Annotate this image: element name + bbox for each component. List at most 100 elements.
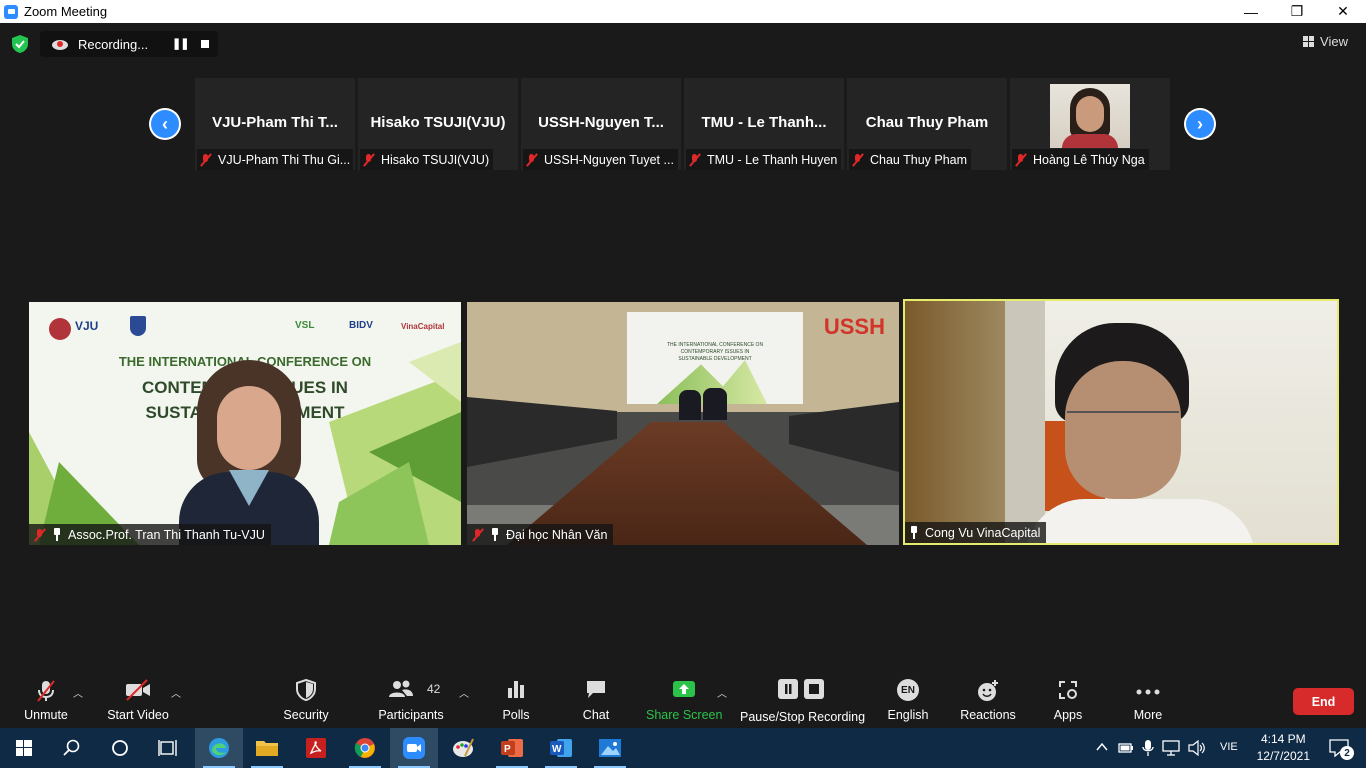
backdrop-line: THE INTERNATIONAL CONFERENCE ON (666, 342, 764, 348)
stop-recording-icon[interactable] (201, 40, 209, 48)
pause-stop-icon (778, 679, 824, 699)
participants-options-caret-icon[interactable]: ︿ (459, 685, 469, 700)
participant-thumbnail[interactable]: USSH-Nguyen T... USSH-Nguyen Tuyet ... (521, 78, 681, 170)
minimize-button[interactable]: — (1228, 0, 1274, 23)
clock-time: 4:14 PM (1260, 732, 1306, 746)
taskbar-file-explorer[interactable] (243, 728, 291, 768)
task-view-button[interactable] (144, 728, 192, 768)
window-titlebar: Zoom Meeting — ❐ ✕ (0, 0, 1366, 23)
participants-button[interactable]: 42 Participants (378, 671, 444, 728)
input-language-indicator[interactable]: VIE (1220, 741, 1238, 753)
windows-taskbar: P W VIE 4:14 PM 12/7/2021 2 (0, 728, 1366, 768)
end-meeting-button[interactable]: End (1293, 688, 1354, 715)
participant-caption: USSH-Nguyen Tuyet ... (523, 149, 678, 170)
participant-name: USSH-Nguyen Tuyet ... (544, 152, 674, 167)
svg-text:W: W (552, 744, 562, 755)
pause-recording-icon[interactable]: ❚❚ (172, 37, 189, 50)
recording-indicator: Recording... ❚❚ (40, 31, 218, 57)
taskbar-acrobat[interactable] (292, 728, 340, 768)
participant-thumbnail[interactable]: Hoàng Lê Thúy Nga (1010, 78, 1170, 170)
language-badge-icon: EN (897, 679, 919, 701)
microphone-icon[interactable] (1142, 739, 1154, 757)
meeting-area: Recording... ❚❚ View ‹ VJU-Pham Thi T...… (0, 23, 1366, 728)
security-button[interactable]: Security (279, 671, 333, 728)
cortana-button[interactable] (96, 728, 144, 768)
chevron-left-icon: ‹ (151, 110, 179, 138)
video-tile[interactable]: THE INTERNATIONAL CONFERENCE ON CONTEMPO… (467, 302, 899, 545)
tray-overflow-chevron-icon[interactable] (1096, 742, 1108, 752)
participant-thumbnail[interactable]: Chau Thuy Pham Chau Thuy Pham (847, 78, 1007, 170)
more-button[interactable]: More (1126, 671, 1170, 728)
taskbar-photos[interactable] (586, 728, 634, 768)
taskbar-edge[interactable] (195, 728, 243, 768)
taskbar-word[interactable]: W (537, 728, 585, 768)
notification-count-badge: 2 (1340, 746, 1354, 760)
maximize-button[interactable]: ❐ (1274, 0, 1320, 23)
edge-icon (209, 738, 229, 758)
unmute-button[interactable]: Unmute (16, 671, 76, 728)
tile-caption: Assoc.Prof. Tran Thi Thanh Tu-VJU (29, 524, 271, 545)
apps-button[interactable]: Apps (1046, 671, 1090, 728)
participant-name: Cong Vu VinaCapital (925, 525, 1041, 540)
search-button[interactable] (48, 728, 96, 768)
share-options-caret-icon[interactable]: ︿ (717, 685, 727, 700)
tile-caption: Đại học Nhân Văn (467, 524, 614, 545)
unmute-label: Unmute (24, 708, 68, 722)
polls-button[interactable]: Polls (496, 671, 536, 728)
grid-view-icon (1303, 36, 1315, 47)
start-video-label: Start Video (107, 708, 169, 722)
taskbar-powerpoint[interactable]: P (488, 728, 536, 768)
participant-caption: Hoàng Lê Thúy Nga (1012, 149, 1149, 170)
start-video-button[interactable]: Start Video (104, 671, 172, 728)
start-button[interactable] (0, 728, 48, 768)
participant-name: Hoàng Lê Thúy Nga (1033, 152, 1145, 167)
recording-label: Recording... (78, 36, 149, 52)
sponsor-logo: VinaCapital (401, 322, 445, 331)
cloud-record-icon (52, 40, 68, 50)
taskbar-clock[interactable]: 4:14 PM 12/7/2021 (1257, 731, 1310, 765)
next-page-button[interactable]: › (1184, 108, 1216, 140)
participant-thumbnail[interactable]: Hisako TSUJI(VJU) Hisako TSUJI(VJU) (358, 78, 518, 170)
video-options-caret-icon[interactable]: ︿ (171, 685, 181, 700)
participant-display-name: Hisako TSUJI(VJU) (370, 114, 506, 131)
reactions-button[interactable]: Reactions (958, 671, 1018, 728)
battery-icon[interactable] (1118, 741, 1134, 755)
taskbar-chrome[interactable] (341, 728, 389, 768)
participant-display-name: VJU-Pham Thi T... (212, 114, 338, 131)
network-icon[interactable] (1162, 740, 1180, 756)
language-button[interactable]: EN English (884, 671, 932, 728)
mic-muted-icon (33, 528, 47, 542)
share-screen-button[interactable]: Share Screen (646, 671, 722, 728)
participant-name: VJU-Pham Thi Thu Gi... (218, 152, 351, 167)
close-button[interactable]: ✕ (1320, 0, 1366, 23)
speaker-video (179, 360, 319, 545)
video-tile[interactable]: VJU VSL BIDV VinaCapital THE INTERNATION… (29, 302, 461, 545)
view-button[interactable]: View (1303, 34, 1348, 49)
participant-caption: Hisako TSUJI(VJU) (360, 149, 494, 170)
participant-name: Đại học Nhân Văn (506, 527, 608, 542)
clock-date: 12/7/2021 (1256, 749, 1310, 763)
taskbar-zoom[interactable] (390, 728, 438, 768)
encryption-shield-icon[interactable] (12, 35, 28, 53)
vju-logo-text: VJU (75, 319, 99, 333)
pin-icon (52, 528, 62, 541)
notification-center-button[interactable]: 2 (1328, 738, 1354, 760)
participant-thumbnail[interactable]: VJU-Pham Thi T... VJU-Pham Thi Thu Gi... (195, 78, 355, 170)
pin-icon (909, 526, 919, 539)
active-speaker-tile[interactable]: Cong Vu VinaCapital (903, 299, 1339, 545)
apps-label: Apps (1053, 708, 1083, 722)
volume-icon[interactable] (1188, 740, 1206, 756)
participant-caption: VJU-Pham Thi Thu Gi... (197, 149, 353, 170)
audio-options-caret-icon[interactable]: ︿ (73, 685, 83, 700)
mic-muted-icon (1014, 153, 1028, 167)
chat-button[interactable]: Chat (576, 671, 616, 728)
search-icon (63, 739, 80, 756)
windows-start-icon (16, 740, 32, 756)
sponsor-logo: BIDV (349, 320, 373, 331)
participant-thumbnail[interactable]: TMU - Le Thanh... TMU - Le Thanh Huyen (684, 78, 844, 170)
taskbar-paint[interactable] (439, 728, 487, 768)
video-off-icon (126, 679, 150, 701)
prev-page-button[interactable]: ‹ (149, 108, 181, 140)
pause-stop-recording-button[interactable]: Pause/Stop Recording (740, 671, 865, 728)
participant-caption: TMU - Le Thanh Huyen (686, 149, 842, 170)
